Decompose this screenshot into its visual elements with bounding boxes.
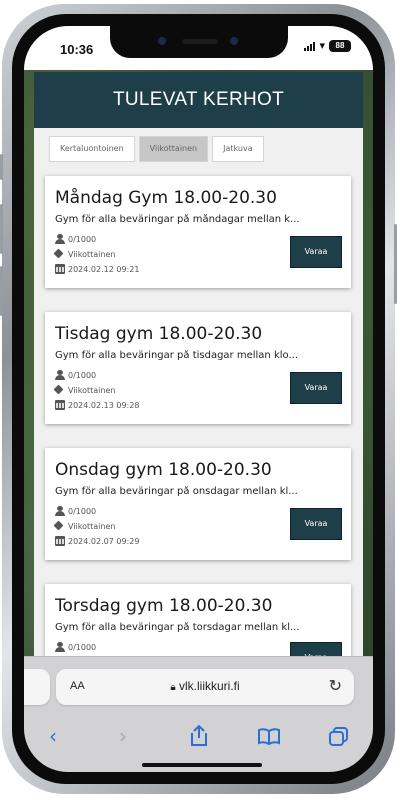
club-description: Gym för alla beväringar på måndagar mell…	[55, 214, 300, 225]
mute-switch	[0, 154, 3, 180]
sensor-icon	[230, 37, 238, 45]
forward-icon[interactable]: ›	[108, 721, 138, 751]
url-text: vlk.liikkuri.fi	[179, 679, 240, 693]
volume-up-button	[0, 204, 3, 254]
volume-down-button	[0, 266, 3, 316]
type-row: Viikottainen	[55, 521, 115, 531]
tag-icon	[55, 521, 65, 531]
bookmarks-icon[interactable]	[254, 721, 284, 751]
tag-icon	[55, 385, 65, 395]
url-display[interactable]: 🔒︎ vlk.liikkuri.fi	[56, 679, 354, 693]
club-title: Tisdag gym 18.00-20.30	[55, 324, 263, 344]
club-title: Måndag Gym 18.00-20.30	[55, 188, 277, 208]
phone-screen: 10:36 ▾ 88 TULEVAT KERHOT Kertaluontoine…	[24, 26, 373, 772]
capacity-text: 0/1000	[68, 370, 97, 380]
club-list[interactable]: Kertaluontoinen Viikottainen Jatkuva Mån…	[34, 128, 363, 688]
club-card[interactable]: Tisdag gym 18.00-20.30 Gym för alla bevä…	[45, 312, 351, 424]
calendar-icon	[55, 400, 65, 410]
user-icon	[55, 642, 65, 652]
capacity-row: 0/1000	[55, 234, 96, 244]
book-button[interactable]: Varaa	[290, 372, 342, 404]
status-icons: ▾ 88	[304, 40, 351, 52]
browser-nav: ‹ ›	[24, 721, 373, 751]
date-text: 2024.02.12 09:21	[68, 264, 140, 274]
book-button[interactable]: Varaa	[290, 508, 342, 540]
page-title: TULEVAT KERHOT	[34, 72, 363, 128]
user-icon	[55, 234, 65, 244]
speaker-icon	[182, 39, 218, 44]
reload-icon[interactable]: ↻	[329, 676, 342, 695]
club-card[interactable]: Måndag Gym 18.00-20.30 Gym för alla bevä…	[45, 176, 351, 288]
club-description: Gym för alla beväringar på tisdagar mell…	[55, 350, 298, 361]
capacity-row: 0/1000	[55, 642, 96, 652]
front-camera-icon	[158, 37, 166, 45]
phone-frame: 10:36 ▾ 88 TULEVAT KERHOT Kertaluontoine…	[0, 4, 397, 794]
user-icon	[55, 370, 65, 380]
calendar-icon	[55, 264, 65, 274]
home-indicator[interactable]	[142, 763, 262, 767]
club-title: Torsdag gym 18.00-20.30	[55, 596, 273, 616]
type-row: Viikottainen	[55, 249, 115, 259]
calendar-icon	[55, 536, 65, 546]
date-row: 2024.02.12 09:21	[55, 264, 139, 274]
date-text: 2024.02.13 09:28	[68, 400, 140, 410]
capacity-row: 0/1000	[55, 370, 96, 380]
club-description: Gym för alla beväringar på onsdagar mell…	[55, 486, 298, 497]
date-row: 2024.02.07 09:29	[55, 536, 139, 546]
type-text: Viikottainen	[68, 385, 116, 395]
tab-jatkuva[interactable]: Jatkuva	[212, 136, 264, 162]
tab-kertaluontoinen[interactable]: Kertaluontoinen	[49, 136, 135, 162]
capacity-text: 0/1000	[68, 506, 97, 516]
wifi-icon: ▾	[319, 39, 325, 52]
notch	[110, 26, 288, 58]
type-text: Viikottainen	[68, 249, 116, 259]
club-title: Onsdag gym 18.00-20.30	[55, 460, 272, 480]
back-icon[interactable]: ‹	[38, 721, 68, 751]
tab-viikottainen[interactable]: Viikottainen	[138, 136, 209, 162]
capacity-row: 0/1000	[55, 506, 96, 516]
signal-icon	[304, 41, 316, 51]
user-icon	[55, 506, 65, 516]
lock-icon: 🔒︎	[170, 682, 176, 693]
type-row: Viikottainen	[55, 385, 115, 395]
type-text: Viikottainen	[68, 521, 116, 531]
previous-tab-preview[interactable]	[24, 669, 50, 705]
capacity-text: 0/1000	[68, 234, 97, 244]
tabs-icon[interactable]	[324, 721, 354, 751]
date-row: 2024.02.13 09:28	[55, 400, 139, 410]
club-card[interactable]: Onsdag gym 18.00-20.30 Gym för alla bevä…	[45, 448, 351, 560]
share-icon[interactable]	[184, 721, 214, 751]
status-time: 10:36	[60, 42, 94, 57]
phone-bezel: 10:36 ▾ 88 TULEVAT KERHOT Kertaluontoine…	[12, 14, 385, 784]
club-description: Gym för alla beväringar på torsdagar mel…	[55, 622, 300, 633]
book-button[interactable]: Varaa	[290, 236, 342, 268]
browser-toolbar: AA 🔒︎ vlk.liikkuri.fi ↻ ‹ ›	[24, 656, 373, 772]
capacity-text: 0/1000	[68, 642, 97, 652]
status-bar: 10:36 ▾ 88	[24, 26, 373, 70]
tag-icon	[55, 249, 65, 259]
tab-bar: Kertaluontoinen Viikottainen Jatkuva	[34, 128, 363, 162]
battery-icon: 88	[329, 40, 351, 52]
address-bar[interactable]: AA 🔒︎ vlk.liikkuri.fi ↻	[56, 669, 354, 705]
date-text: 2024.02.07 09:29	[68, 536, 140, 546]
